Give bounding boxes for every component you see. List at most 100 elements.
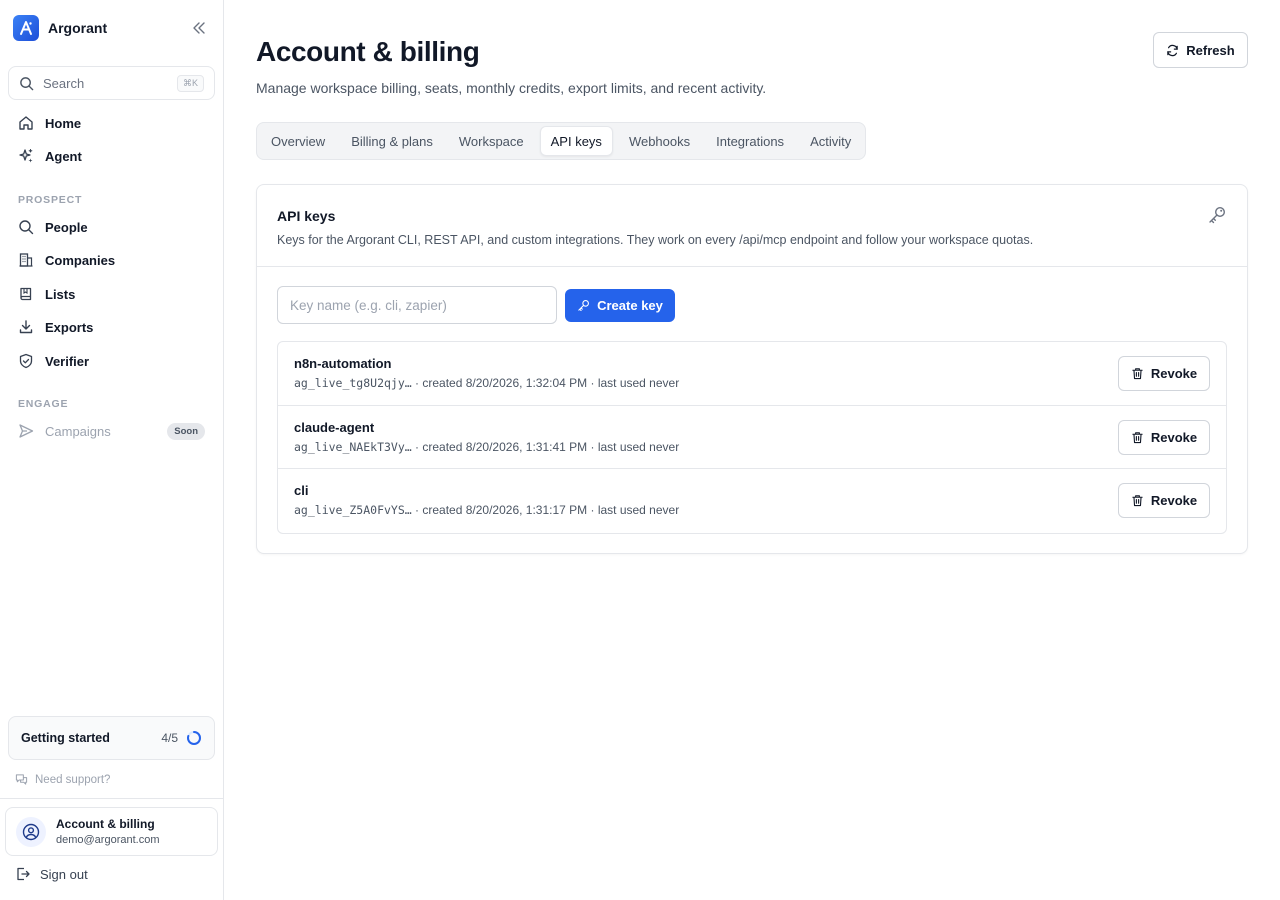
brand[interactable]: Argorant: [13, 15, 107, 41]
search-icon: [19, 220, 34, 235]
search-shortcut: ⌘K: [176, 74, 204, 92]
sidebar-item-verifier[interactable]: Verifier: [8, 346, 215, 376]
account-email: demo@argorant.com: [56, 834, 160, 846]
account-name: Account & billing: [56, 817, 155, 831]
key-name-input[interactable]: [277, 286, 557, 324]
tab-bar: Overview Billing & plans Workspace API k…: [256, 122, 867, 160]
tab-billing-plans[interactable]: Billing & plans: [341, 126, 443, 156]
sidebar-item-label: Exports: [45, 319, 94, 335]
tab-webhooks[interactable]: Webhooks: [619, 126, 700, 156]
sidebar-item-exports[interactable]: Exports: [8, 312, 215, 342]
home-icon: [19, 116, 33, 130]
sign-out-button[interactable]: Sign out: [15, 866, 88, 882]
list-item: n8n-automation ag_live_tg8U2qjy… · creat…: [278, 342, 1226, 406]
shield-check-icon: [19, 353, 33, 369]
tab-api-keys[interactable]: API keys: [539, 126, 613, 156]
card-divider: [257, 266, 1247, 267]
api-keys-title: API keys: [277, 208, 336, 224]
sidebar-item-label: Campaigns: [45, 423, 111, 439]
key-details: · created 8/20/2026, 1:31:41 PM · last u…: [411, 439, 680, 454]
key-details: · created 8/20/2026, 1:32:04 PM · last u…: [411, 376, 680, 390]
getting-started-card[interactable]: Getting started 4/5: [8, 716, 215, 760]
refresh-label: Refresh: [1186, 42, 1235, 58]
api-keys-card: API keys Keys for the Argorant CLI, REST…: [256, 184, 1248, 554]
sidebar: Argorant Search ⌘K Home Agent PROSPECT P…: [0, 0, 224, 900]
section-label-prospect: PROSPECT: [18, 194, 83, 206]
sidebar-item-label: Home: [45, 115, 82, 131]
getting-started-title: Getting started: [21, 731, 110, 745]
sidebar-item-companies[interactable]: Companies: [8, 245, 215, 275]
search-icon: [20, 76, 34, 90]
key-token: ag_live_NAEkT3Vy…: [294, 439, 412, 454]
collapse-sidebar-button[interactable]: [190, 19, 208, 37]
sidebar-item-campaigns[interactable]: Campaigns Soon: [8, 416, 215, 446]
list-item: cli ag_live_Z5A0FvYS… · created 8/20/202…: [278, 469, 1226, 533]
download-icon: [19, 320, 33, 334]
tab-workspace[interactable]: Workspace: [449, 126, 534, 156]
api-keys-description: Keys for the Argorant CLI, REST API, and…: [277, 233, 1034, 247]
key-meta: ag_live_tg8U2qjy… · created 8/20/2026, 1…: [294, 376, 679, 390]
tab-activity[interactable]: Activity: [800, 126, 861, 156]
revoke-label: Revoke: [1150, 366, 1198, 381]
book-icon: [20, 287, 32, 301]
refresh-button[interactable]: Refresh: [1153, 32, 1248, 68]
sidebar-divider: [0, 798, 223, 799]
sidebar-item-agent[interactable]: Agent: [8, 141, 215, 171]
key-name: n8n-automation: [294, 356, 392, 371]
page-title: Account & billing: [256, 36, 480, 67]
sidebar-item-label: Companies: [45, 252, 116, 268]
chevrons-left-icon: [193, 22, 205, 34]
progress-ring-icon: [187, 731, 201, 745]
refresh-icon: [1167, 44, 1179, 56]
trash-icon: [1132, 495, 1143, 507]
key-meta: ag_live_NAEkT3Vy… · created 8/20/2026, 1…: [294, 440, 679, 454]
revoke-label: Revoke: [1150, 429, 1198, 445]
sign-out-icon: [17, 867, 30, 881]
chat-bubbles-icon: [15, 774, 28, 785]
support-label: Need support?: [35, 773, 111, 786]
building-icon: [19, 253, 33, 267]
key-icon: [1207, 205, 1227, 230]
sign-out-label: Sign out: [40, 866, 88, 882]
key-meta: ag_live_Z5A0FvYS… · created 8/20/2026, 1…: [294, 503, 679, 517]
account-card[interactable]: Account & billing demo@argorant.com: [5, 807, 218, 856]
key-token: ag_live_Z5A0FvYS…: [294, 503, 412, 517]
avatar: [16, 816, 46, 847]
sidebar-item-label: Lists: [45, 286, 76, 302]
revoke-label: Revoke: [1150, 493, 1198, 508]
create-key-button[interactable]: Create key: [565, 289, 675, 322]
sparkles-icon: [19, 148, 33, 163]
support-link[interactable]: Need support?: [15, 773, 110, 786]
sidebar-item-people[interactable]: People: [8, 212, 215, 242]
sidebar-item-lists[interactable]: Lists: [8, 279, 215, 309]
trash-icon: [1132, 368, 1143, 380]
key-details: · created 8/20/2026, 1:31:17 PM · last u…: [411, 503, 680, 517]
api-keys-list: n8n-automation ag_live_tg8U2qjy… · creat…: [277, 341, 1227, 534]
search-button[interactable]: Search ⌘K: [8, 66, 215, 100]
key-icon: [578, 300, 590, 312]
create-key-label: Create key: [597, 298, 663, 313]
trash-icon: [1132, 431, 1143, 443]
argorant-logo-icon: [13, 15, 39, 41]
sidebar-item-label: Verifier: [45, 353, 90, 369]
send-icon: [19, 424, 34, 438]
search-label: Search: [43, 75, 85, 91]
tab-integrations[interactable]: Integrations: [706, 126, 794, 156]
revoke-button[interactable]: Revoke: [1118, 356, 1210, 391]
soon-badge: Soon: [167, 422, 205, 440]
list-item: claude-agent ag_live_NAEkT3Vy… · created…: [278, 406, 1226, 469]
key-token: ag_live_tg8U2qjy…: [294, 376, 412, 390]
section-label-engage: ENGAGE: [18, 398, 69, 410]
page-subtitle: Manage workspace billing, seats, monthly…: [256, 80, 767, 96]
tab-overview[interactable]: Overview: [261, 126, 335, 156]
revoke-button[interactable]: Revoke: [1118, 483, 1210, 518]
sidebar-item-label: Agent: [45, 148, 82, 164]
getting-started-progress: 4/5: [161, 731, 178, 745]
user-circle-icon: [22, 823, 40, 840]
brand-name: Argorant: [48, 20, 108, 36]
sidebar-item-home[interactable]: Home: [8, 108, 215, 138]
key-name: claude-agent: [294, 419, 375, 435]
revoke-button[interactable]: Revoke: [1118, 419, 1210, 455]
key-name: cli: [294, 483, 309, 498]
sidebar-item-label: People: [45, 219, 88, 235]
